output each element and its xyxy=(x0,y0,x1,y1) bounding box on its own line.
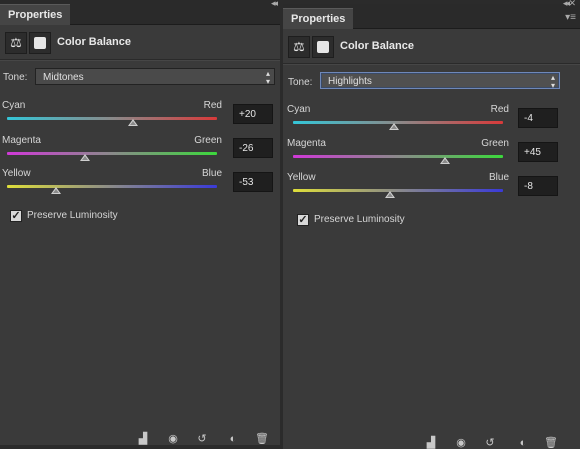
slider-right-label: Red xyxy=(490,104,509,115)
reset-icon[interactable]: ↺ xyxy=(194,433,210,445)
slider-right-label: Green xyxy=(194,135,222,146)
slider-left-label: Cyan xyxy=(287,104,311,115)
view-previous-state-icon[interactable]: ◉ xyxy=(453,437,469,449)
layer-mask-icon[interactable] xyxy=(29,32,51,54)
value-field[interactable]: -53 xyxy=(233,172,273,192)
slider-yellow-blue: Yellow Blue xyxy=(287,172,509,198)
clip-to-layer-icon[interactable]: ▟ xyxy=(135,433,151,445)
checkbox-label: Preserve Luminosity xyxy=(27,210,118,221)
slider-thumb[interactable] xyxy=(384,191,395,198)
view-previous-state-icon[interactable]: ◉ xyxy=(165,433,181,445)
slider-right-label: Blue xyxy=(201,168,222,179)
slider-left-label: Cyan xyxy=(2,100,26,111)
visibility-icon[interactable]: ◐ xyxy=(515,437,531,449)
value-field[interactable]: -8 xyxy=(518,176,558,196)
tone-select[interactable]: Midtones ▴ ▾ xyxy=(35,68,275,86)
value-field[interactable]: -4 xyxy=(518,108,558,128)
bottom-toolbar: ▟ ◉ ↺ ◐ 🗑 xyxy=(0,431,280,445)
panel-title: Color Balance xyxy=(57,36,131,48)
slider-yellow-blue: Yellow Blue xyxy=(2,168,222,194)
value-field[interactable]: +45 xyxy=(518,142,558,162)
value-field[interactable]: -26 xyxy=(233,138,273,158)
slider-left-label: Yellow xyxy=(2,168,31,179)
slider-track[interactable] xyxy=(7,152,217,155)
slider-left-label: Magenta xyxy=(2,135,41,146)
collapse-icon[interactable]: ◂◂ ✕ xyxy=(563,0,576,9)
tab-properties[interactable]: Properties xyxy=(0,4,71,25)
bottom-toolbar: ▟ ◉ ↺ ◐ 🗑 xyxy=(283,435,580,449)
slider-magenta-green: Magenta Green xyxy=(2,135,222,161)
collapse-icon[interactable]: ◂◂ xyxy=(271,0,278,9)
slider-left-label: Magenta xyxy=(287,138,326,149)
tone-select-value: Highlights xyxy=(328,76,372,87)
slider-left-label: Yellow xyxy=(287,172,316,183)
select-arrows-icon: ▴ ▾ xyxy=(550,73,555,90)
adjustment-header: ⚖ Color Balance xyxy=(0,26,280,60)
properties-panel-left: Properties ◂◂ ⚖ Color Balance Tone: Midt… xyxy=(0,0,280,445)
slider-thumb[interactable] xyxy=(440,157,451,164)
panel-menu-icon[interactable]: ▾≡ xyxy=(565,12,576,23)
tone-select[interactable]: Highlights ▴ ▾ xyxy=(320,72,560,90)
slider-magenta-green: Magenta Green xyxy=(287,138,509,164)
clip-to-layer-icon[interactable]: ▟ xyxy=(423,437,439,449)
slider-thumb[interactable] xyxy=(51,187,62,194)
checkbox-checked-icon[interactable]: ✓ xyxy=(297,214,309,226)
tone-select-value: Midtones xyxy=(43,72,84,83)
slider-track[interactable] xyxy=(7,117,217,120)
tab-bar: Properties ◂◂ ✕ ▾≡ xyxy=(283,0,580,29)
divider xyxy=(283,63,580,65)
slider-track[interactable] xyxy=(7,185,217,188)
slider-thumb[interactable] xyxy=(79,154,90,161)
slider-right-label: Blue xyxy=(488,172,509,183)
slider-track[interactable] xyxy=(293,189,503,192)
tone-label: Tone: xyxy=(3,72,28,83)
select-arrows-icon: ▴ ▾ xyxy=(265,69,270,86)
reset-icon[interactable]: ↺ xyxy=(482,437,498,449)
slider-cyan-red: Cyan Red xyxy=(287,104,509,130)
adjustment-header: ⚖ Color Balance xyxy=(283,30,580,64)
slider-cyan-red: Cyan Red xyxy=(2,100,222,126)
properties-panel-right: Properties ◂◂ ✕ ▾≡ ⚖ Color Balance Tone:… xyxy=(283,0,580,449)
layer-mask-icon[interactable] xyxy=(312,36,334,58)
tab-bar: Properties ◂◂ xyxy=(0,0,280,25)
slider-thumb[interactable] xyxy=(388,123,399,130)
slider-track[interactable] xyxy=(293,155,503,158)
slider-right-label: Green xyxy=(481,138,509,149)
panel-title: Color Balance xyxy=(340,40,414,52)
checkbox-checked-icon[interactable]: ✓ xyxy=(10,210,22,222)
tab-properties[interactable]: Properties xyxy=(283,8,354,29)
slider-right-label: Red xyxy=(203,100,222,111)
tone-label: Tone: xyxy=(288,77,313,88)
value-field[interactable]: +20 xyxy=(233,104,273,124)
balance-scale-icon: ⚖ xyxy=(5,32,27,54)
trash-icon[interactable]: 🗑 xyxy=(254,433,270,445)
divider xyxy=(0,59,280,61)
balance-scale-icon: ⚖ xyxy=(288,36,310,58)
slider-thumb[interactable] xyxy=(128,119,138,126)
checkbox-label: Preserve Luminosity xyxy=(314,214,405,225)
visibility-icon[interactable]: ◐ xyxy=(225,433,241,445)
trash-icon[interactable]: 🗑 xyxy=(543,437,559,449)
